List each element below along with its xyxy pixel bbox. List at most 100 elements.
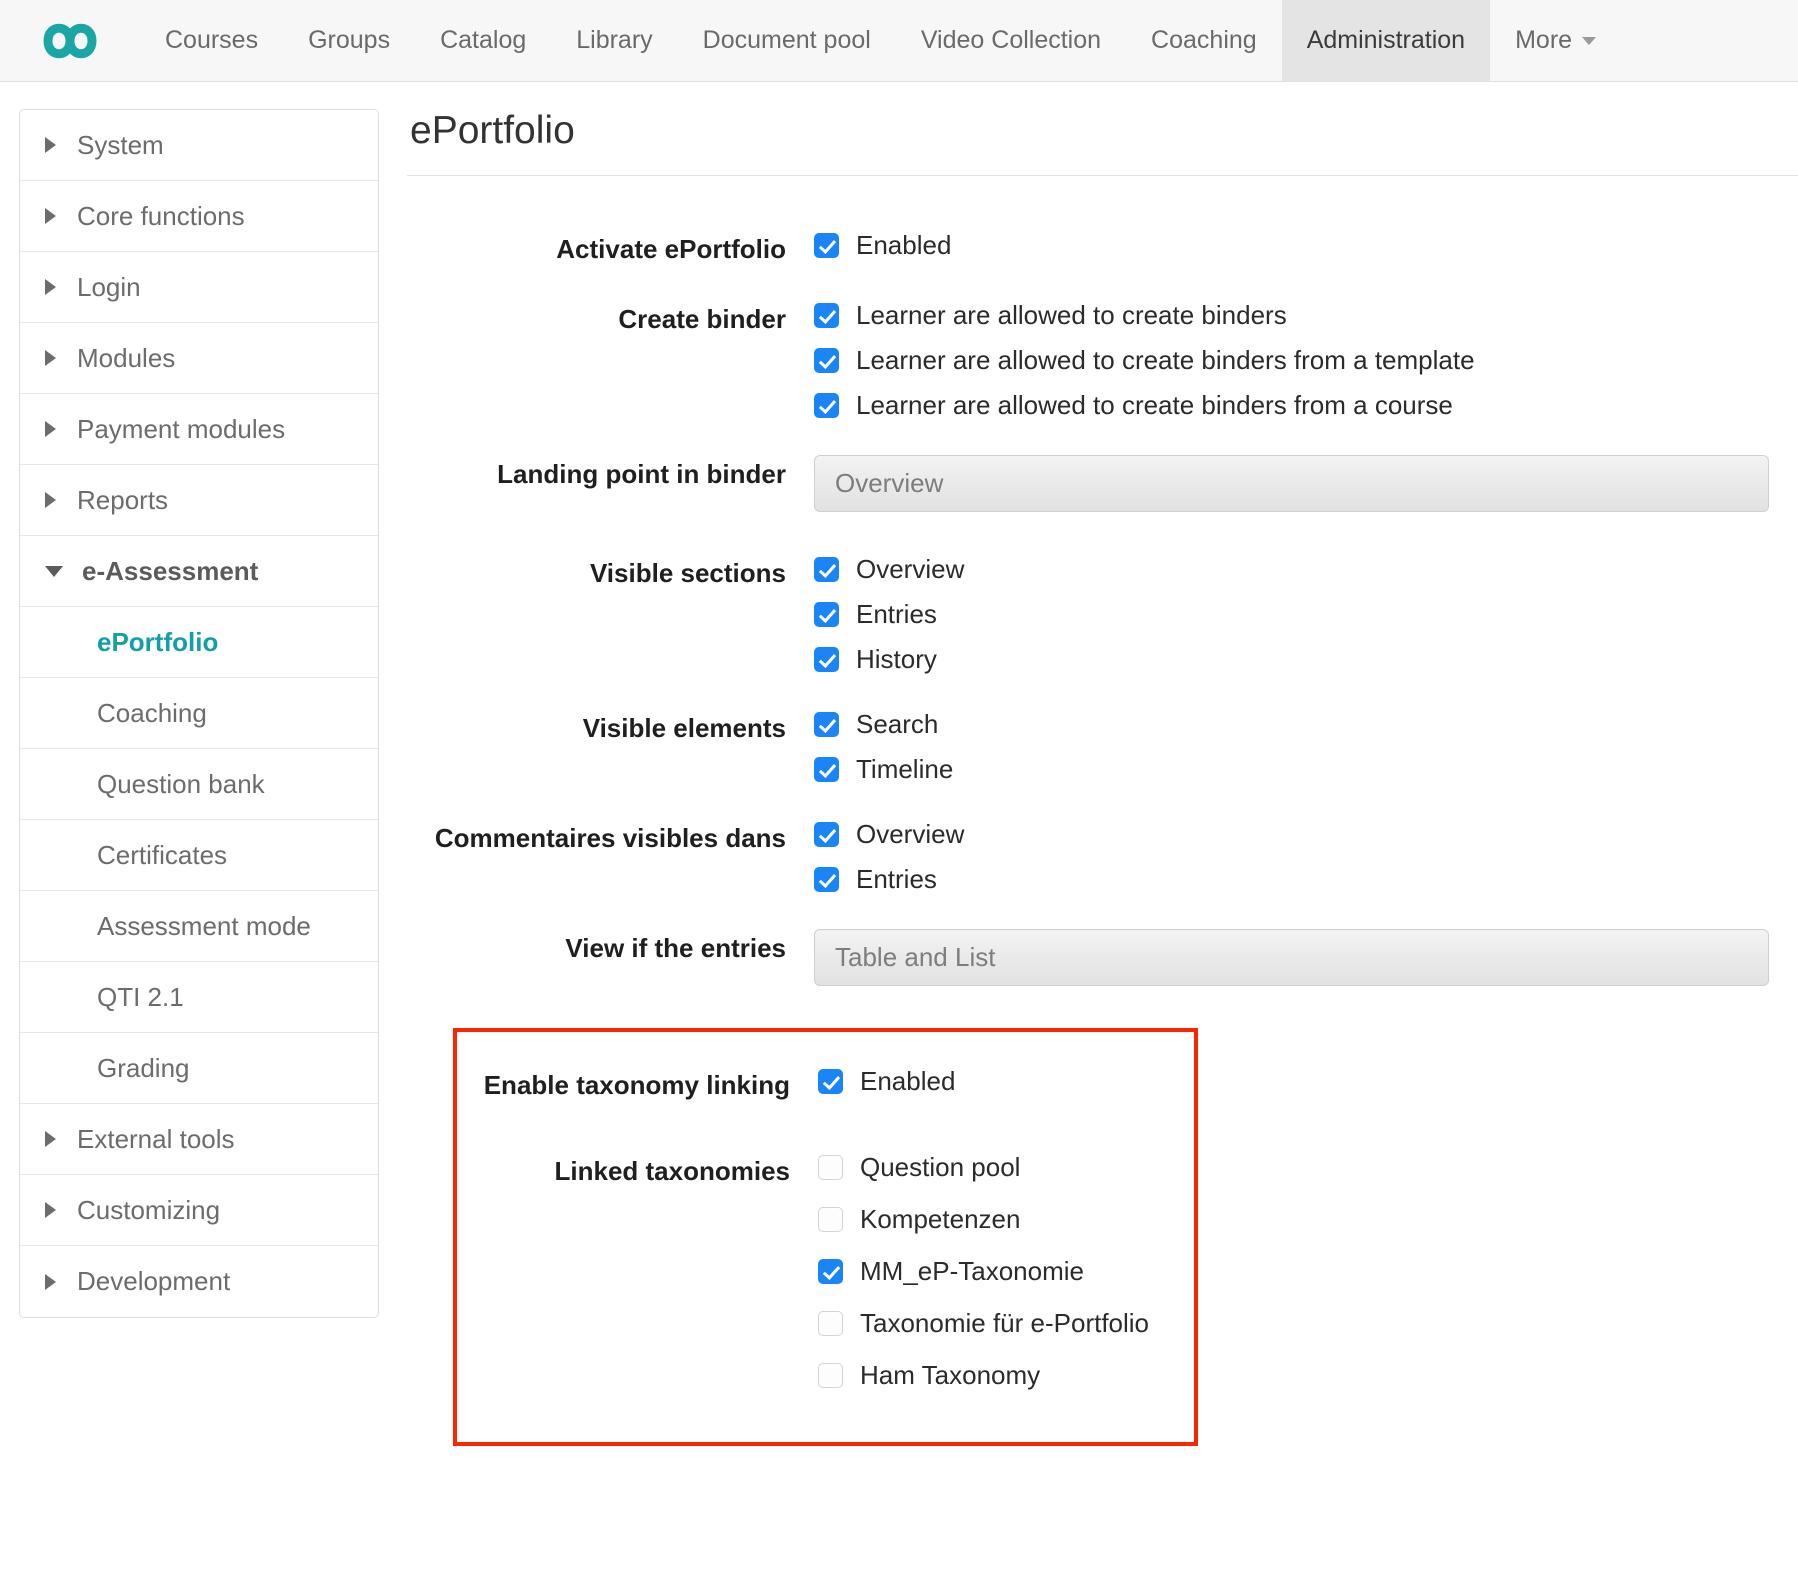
checkbox-icon-checked[interactable] bbox=[814, 757, 839, 782]
checkbox-icon-unchecked[interactable] bbox=[818, 1311, 843, 1336]
checkbox-section-history[interactable]: History bbox=[814, 644, 1798, 675]
nav-label: More bbox=[1515, 26, 1572, 55]
field-label: Commentaires visibles dans bbox=[407, 819, 814, 855]
sidebar-item-external-tools[interactable]: External tools bbox=[20, 1104, 378, 1175]
checkbox-taxonomy-question-pool[interactable]: Question pool bbox=[818, 1152, 1194, 1183]
checkbox-taxonomy-enabled[interactable]: Enabled bbox=[818, 1066, 1194, 1097]
checkbox-label: Learner are allowed to create binders bbox=[856, 300, 1287, 331]
form-row-create-binder: Create binder Learner are allowed to cre… bbox=[407, 300, 1798, 421]
field-label: Landing point in binder bbox=[407, 455, 814, 491]
sidebar-item-login[interactable]: Login bbox=[20, 252, 378, 323]
checkbox-create-binders-from-course[interactable]: Learner are allowed to create binders fr… bbox=[814, 390, 1798, 421]
chevron-down-icon bbox=[1582, 37, 1596, 45]
checkbox-label: Timeline bbox=[856, 754, 953, 785]
checkbox-icon-checked[interactable] bbox=[814, 712, 839, 737]
field-label: View if the entries bbox=[407, 929, 814, 965]
chevron-right-icon bbox=[45, 137, 56, 153]
nav-item-library[interactable]: Library bbox=[551, 0, 677, 81]
field-control: Question pool Kompetenzen MM_eP-Taxonomi… bbox=[818, 1152, 1194, 1412]
taxonomy-highlight-box: Enable taxonomy linking Enabled Linked t… bbox=[453, 1028, 1198, 1446]
checkbox-label: Ham Taxonomy bbox=[860, 1360, 1040, 1391]
nav-item-coaching[interactable]: Coaching bbox=[1126, 0, 1282, 81]
checkbox-taxonomy-kompetenzen[interactable]: Kompetenzen bbox=[818, 1204, 1194, 1235]
title-divider bbox=[407, 175, 1798, 176]
checkbox-icon-checked[interactable] bbox=[814, 303, 839, 328]
chevron-down-icon bbox=[45, 566, 63, 577]
nav-item-more[interactable]: More bbox=[1490, 0, 1621, 81]
nav-item-video-collection[interactable]: Video Collection bbox=[896, 0, 1126, 81]
checkbox-icon-checked[interactable] bbox=[814, 557, 839, 582]
checkbox-label: Search bbox=[856, 709, 938, 740]
checkbox-icon-checked[interactable] bbox=[814, 822, 839, 847]
sidebar-item-system[interactable]: System bbox=[20, 110, 378, 181]
field-control: Overview Entries History bbox=[814, 554, 1798, 675]
checkbox-label: Entries bbox=[856, 599, 937, 630]
checkbox-icon-unchecked[interactable] bbox=[818, 1207, 843, 1232]
sidebar-item-label: Development bbox=[77, 1266, 230, 1297]
checkbox-section-entries[interactable]: Entries bbox=[814, 599, 1798, 630]
nav-item-catalog[interactable]: Catalog bbox=[415, 0, 551, 81]
checkbox-icon-checked[interactable] bbox=[814, 602, 839, 627]
nav-label: Groups bbox=[308, 26, 390, 55]
view-entries-select[interactable]: Table and List bbox=[814, 929, 1769, 986]
checkbox-comments-overview[interactable]: Overview bbox=[814, 819, 1798, 850]
checkbox-icon-checked[interactable] bbox=[814, 348, 839, 373]
checkbox-icon-checked[interactable] bbox=[814, 867, 839, 892]
sidebar-item-label: Login bbox=[77, 272, 141, 303]
form-row-visible-sections: Visible sections Overview Entries Histor… bbox=[407, 554, 1798, 675]
checkbox-create-binders-from-template[interactable]: Learner are allowed to create binders fr… bbox=[814, 345, 1798, 376]
checkbox-icon-unchecked[interactable] bbox=[818, 1155, 843, 1180]
field-control: Overview Entries bbox=[814, 819, 1798, 895]
sidebar-item-eportfolio[interactable]: ePortfolio bbox=[20, 607, 378, 678]
sidebar-item-modules[interactable]: Modules bbox=[20, 323, 378, 394]
nav-label: Video Collection bbox=[921, 26, 1101, 55]
nav-item-document-pool[interactable]: Document pool bbox=[678, 0, 896, 81]
sidebar-item-certificates[interactable]: Certificates bbox=[20, 820, 378, 891]
select-value: Table and List bbox=[835, 942, 995, 973]
checkbox-icon-checked[interactable] bbox=[814, 647, 839, 672]
checkbox-label: Taxonomie für e-Portfolio bbox=[860, 1308, 1149, 1339]
nav-item-courses[interactable]: Courses bbox=[140, 0, 283, 81]
sidebar-item-grading[interactable]: Grading bbox=[20, 1033, 378, 1104]
checkbox-taxonomy-ham[interactable]: Ham Taxonomy bbox=[818, 1360, 1194, 1391]
sidebar-item-coaching[interactable]: Coaching bbox=[20, 678, 378, 749]
checkbox-icon-unchecked[interactable] bbox=[818, 1363, 843, 1388]
field-control: Learner are allowed to create binders Le… bbox=[814, 300, 1798, 421]
nav-item-groups[interactable]: Groups bbox=[283, 0, 415, 81]
chevron-right-icon bbox=[45, 208, 56, 224]
sidebar-item-qti-21[interactable]: QTI 2.1 bbox=[20, 962, 378, 1033]
sidebar-item-customizing[interactable]: Customizing bbox=[20, 1175, 378, 1246]
sidebar-item-payment-modules[interactable]: Payment modules bbox=[20, 394, 378, 465]
sidebar-item-question-bank[interactable]: Question bank bbox=[20, 749, 378, 820]
sidebar-item-development[interactable]: Development bbox=[20, 1246, 378, 1317]
sidebar-item-core-functions[interactable]: Core functions bbox=[20, 181, 378, 252]
checkbox-taxonomy-fuer-eportfolio[interactable]: Taxonomie für e-Portfolio bbox=[818, 1308, 1194, 1339]
checkbox-section-overview[interactable]: Overview bbox=[814, 554, 1798, 585]
nav-label: Catalog bbox=[440, 26, 526, 55]
checkbox-comments-entries[interactable]: Entries bbox=[814, 864, 1798, 895]
infinity-logo[interactable] bbox=[0, 0, 140, 81]
field-control: Enabled bbox=[818, 1066, 1194, 1118]
checkbox-activate-enabled[interactable]: Enabled bbox=[814, 230, 1798, 261]
form-row-landing-point: Landing point in binder Overview bbox=[407, 455, 1798, 512]
checkbox-icon-checked[interactable] bbox=[818, 1259, 843, 1284]
checkbox-taxonomy-mm-ep[interactable]: MM_eP-Taxonomie bbox=[818, 1256, 1194, 1287]
top-navigation-bar: Courses Groups Catalog Library Document … bbox=[0, 0, 1798, 82]
checkbox-element-search[interactable]: Search bbox=[814, 709, 1798, 740]
checkbox-label: Entries bbox=[856, 864, 937, 895]
sidebar-item-e-assessment[interactable]: e-Assessment bbox=[20, 536, 378, 607]
checkbox-create-binders[interactable]: Learner are allowed to create binders bbox=[814, 300, 1798, 331]
checkbox-icon-checked[interactable] bbox=[818, 1069, 843, 1094]
checkbox-icon-checked[interactable] bbox=[814, 233, 839, 258]
checkbox-icon-checked[interactable] bbox=[814, 393, 839, 418]
nav-items: Courses Groups Catalog Library Document … bbox=[140, 0, 1798, 81]
sidebar-item-assessment-mode[interactable]: Assessment mode bbox=[20, 891, 378, 962]
chevron-right-icon bbox=[45, 279, 56, 295]
sidebar-item-reports[interactable]: Reports bbox=[20, 465, 378, 536]
form-row-activate-eportfolio: Activate ePortfolio Enabled bbox=[407, 230, 1798, 266]
page-title: ePortfolio bbox=[407, 109, 1798, 153]
checkbox-label: Question pool bbox=[860, 1152, 1020, 1183]
checkbox-element-timeline[interactable]: Timeline bbox=[814, 754, 1798, 785]
landing-point-select[interactable]: Overview bbox=[814, 455, 1769, 512]
nav-item-administration[interactable]: Administration bbox=[1282, 0, 1490, 81]
